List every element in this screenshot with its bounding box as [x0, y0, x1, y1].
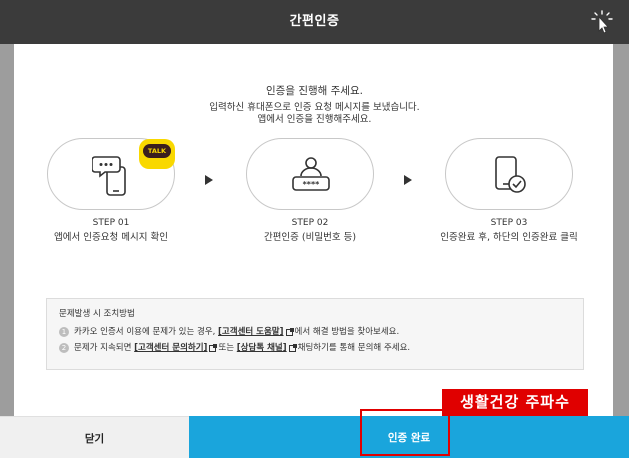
step-arrow-icon — [404, 175, 412, 185]
intro-text: 인증을 진행해 주세요. 입력하신 휴대폰으로 인증 요청 메시지를 보냈습니다… — [0, 83, 629, 126]
highlight-box — [360, 409, 450, 456]
overlay-caption: 생활건강 주파수 — [442, 389, 588, 416]
kakaotalk-badge-icon: TALK — [139, 139, 175, 169]
external-link-icon — [288, 343, 297, 352]
external-link-icon — [209, 343, 218, 352]
password-user-icon: **** — [292, 157, 330, 191]
step-3-label: STEP 03 — [490, 218, 528, 228]
step-2-card: **** — [246, 138, 374, 210]
intro-line-1: 인증을 진행해 주세요. — [266, 85, 363, 97]
dialog-title: 간편인증 — [289, 14, 340, 29]
intro-line-3: 앱에서 인증을 진행해주세요. — [257, 114, 372, 125]
svg-text:****: **** — [303, 180, 321, 189]
phone-message-icon — [92, 156, 126, 196]
item-2-or: 또는 — [218, 343, 235, 353]
step-2-text: STEP 02 간편인증 (비밀번호 등) — [210, 217, 410, 245]
number-badge: 2 — [59, 343, 69, 353]
step-3-desc: 인증완료 후, 하단의 인증완료 클릭 — [440, 232, 578, 243]
talk-badge-label: TALK — [143, 144, 171, 158]
phone-check-icon — [495, 156, 526, 193]
item-1-text: 카카오 인증서 이용에 문제가 있는 경우, — [74, 327, 216, 337]
step-arrow-icon — [205, 175, 213, 185]
step-2-desc: 간편인증 (비밀번호 등) — [263, 232, 357, 243]
item-2-suffix: 채팅하기를 통해 문의해 주세요. — [297, 343, 411, 353]
close-button[interactable]: 닫기 — [0, 416, 189, 458]
troubleshooting-item-2: 2 문제가 지속되면 [고객센터 문의하기] 또는 [상담톡 채널] 채팅하기를… — [59, 342, 571, 354]
item-2-text: 문제가 지속되면 — [74, 343, 132, 353]
number-badge: 1 — [59, 327, 69, 337]
troubleshooting-item-1: 1 카카오 인증서 이용에 문제가 있는 경우, [고객센터 도움말] 에서 해… — [59, 326, 571, 338]
contact-center-link[interactable]: [고객센터 문의하기] — [134, 342, 207, 354]
step-3-text: STEP 03 인증완료 후, 하단의 인증완료 클릭 — [409, 217, 609, 245]
step-1-desc: 앱에서 인증요청 메시지 확인 — [54, 232, 168, 243]
cursor-sparkle-icon — [591, 10, 613, 34]
step-1-text: STEP 01 앱에서 인증요청 메시지 확인 — [11, 217, 211, 245]
auth-dialog: 간편인증 인증을 진행해 주세요. 입력하신 휴대폰으로 인증 요청 메시지를 … — [0, 0, 629, 458]
step-3-card — [445, 138, 573, 210]
dialog-header: 간편인증 — [0, 0, 629, 44]
step-2-label: STEP 02 — [291, 218, 329, 228]
troubleshooting-title: 문제발생 시 조치방법 — [59, 309, 135, 319]
chat-channel-link[interactable]: [상담톡 채널] — [237, 342, 287, 354]
external-link-icon — [285, 327, 294, 336]
step-1-label: STEP 01 — [92, 218, 130, 228]
troubleshooting-box: 문제발생 시 조치방법 1 카카오 인증서 이용에 문제가 있는 경우, [고객… — [46, 298, 584, 370]
item-1-suffix: 에서 해결 방법을 찾아보세요. — [294, 327, 400, 337]
intro-line-2: 입력하신 휴대폰으로 인증 요청 메시지를 보냈습니다. — [209, 102, 420, 113]
help-center-link[interactable]: [고객센터 도움말] — [218, 326, 283, 338]
